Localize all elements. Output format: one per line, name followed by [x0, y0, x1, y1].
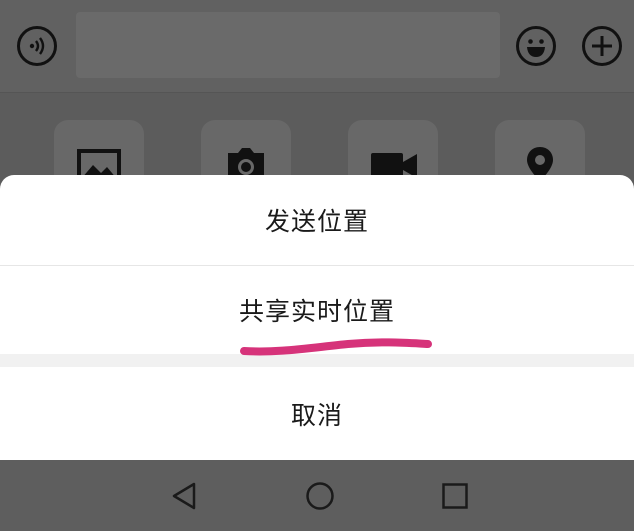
- highlight-underline: [240, 338, 432, 356]
- share-realtime-location-label: 共享实时位置: [238, 297, 395, 326]
- send-location-option[interactable]: 发送位置: [0, 175, 634, 266]
- chat-input-bar: [0, 0, 634, 93]
- system-nav-bar: [0, 460, 634, 531]
- voice-input-icon[interactable]: [17, 26, 57, 66]
- emoji-icon[interactable]: [516, 26, 556, 66]
- message-input[interactable]: [76, 12, 500, 78]
- plus-icon[interactable]: [582, 26, 622, 66]
- recent-apps-square-icon[interactable]: [441, 481, 469, 511]
- back-triangle-icon[interactable]: [170, 481, 198, 511]
- cancel-option[interactable]: 取消: [0, 367, 634, 460]
- send-location-label: 发送位置: [264, 207, 369, 236]
- home-circle-icon[interactable]: [305, 481, 335, 511]
- cancel-label: 取消: [290, 400, 343, 430]
- location-action-sheet: 发送位置 共享实时位置 取消: [0, 175, 634, 460]
